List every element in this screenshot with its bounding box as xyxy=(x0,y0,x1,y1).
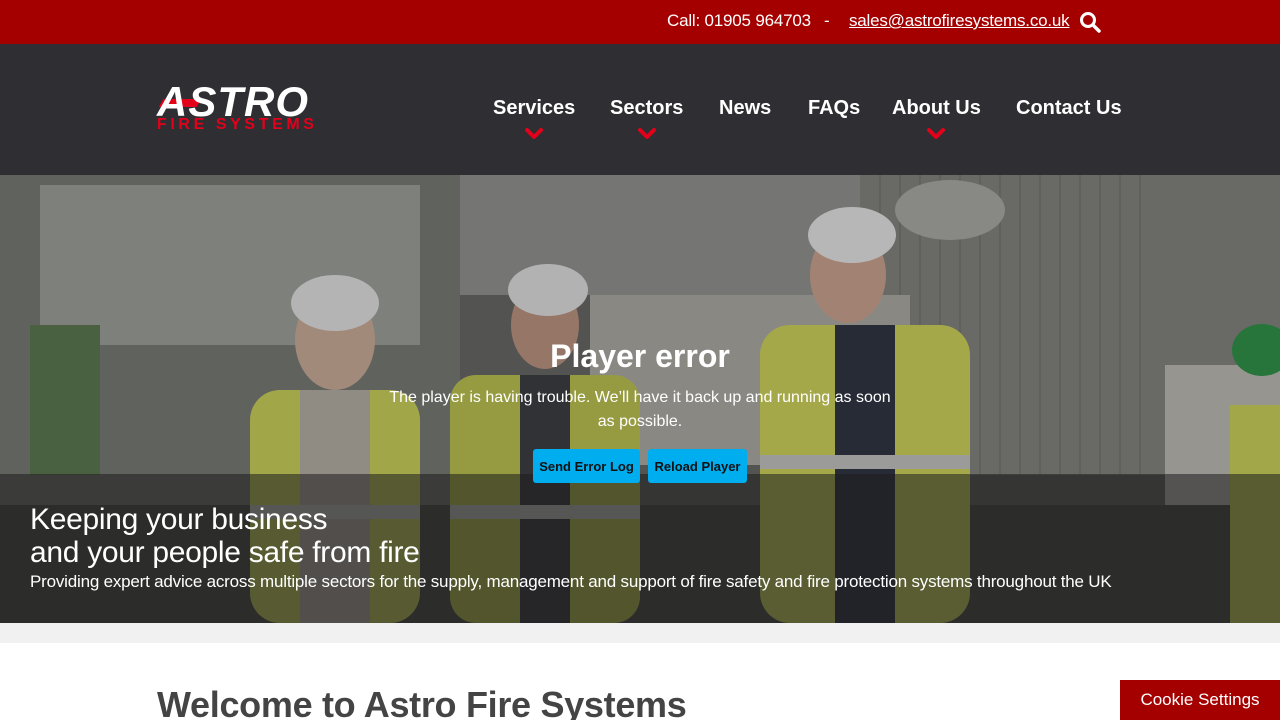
nav-faqs[interactable]: FAQs xyxy=(808,97,860,120)
hero-subtitle: Providing expert advice across multiple … xyxy=(30,572,1112,591)
chevron-down-icon xyxy=(927,128,946,139)
nav-services[interactable]: Services xyxy=(493,97,576,139)
site-header: ASTRO FIRE SYSTEMS Services Sectors News… xyxy=(0,44,1280,175)
chevron-down-icon xyxy=(525,128,544,139)
section-divider xyxy=(0,623,1280,643)
nav-news[interactable]: News xyxy=(719,97,771,120)
nav-label: FAQs xyxy=(808,97,861,119)
player-error-title: Player error xyxy=(550,338,730,374)
nav-sectors[interactable]: Sectors xyxy=(610,97,684,139)
nav-label: Services xyxy=(493,97,576,119)
email-link[interactable]: sales@astrofiresystems.co.uk xyxy=(849,11,1070,31)
nav-about-us[interactable]: About Us xyxy=(892,97,981,139)
hero-video: Player error The player is having troubl… xyxy=(0,175,1280,623)
welcome-heading: Welcome to Astro Fire Systems xyxy=(157,684,687,720)
player-error-panel: Player error The player is having troubl… xyxy=(380,338,900,434)
separator: - xyxy=(824,11,830,30)
nav-label: Contact Us xyxy=(1016,97,1122,119)
phone-number[interactable]: Call: 01905 964703 xyxy=(667,11,811,31)
astro-logo[interactable]: ASTRO FIRE SYSTEMS xyxy=(157,79,362,135)
top-contact-bar: Call: 01905 964703 - sales@astrofiresyst… xyxy=(0,0,1280,44)
chevron-down-icon xyxy=(637,128,656,139)
search-icon[interactable] xyxy=(1079,11,1101,33)
hero-title-line1: Keeping your business xyxy=(30,503,328,536)
hero-title: Keeping your business and your people sa… xyxy=(30,503,420,569)
nav-label: Sectors xyxy=(610,97,684,119)
cookie-settings-button[interactable]: Cookie Settings xyxy=(1120,680,1280,720)
send-error-log-button[interactable]: Send Error Log xyxy=(533,449,640,483)
hero-title-line2: and your people safe from fire xyxy=(30,536,420,569)
nav-label: News xyxy=(719,97,772,119)
nav-contact-us[interactable]: Contact Us xyxy=(1016,97,1122,120)
player-error-message: The player is having trouble. We’ll have… xyxy=(389,389,891,430)
logo-subtitle: FIRE SYSTEMS xyxy=(157,116,318,133)
nav-label: About Us xyxy=(892,97,981,119)
reload-player-button[interactable]: Reload Player xyxy=(648,449,747,483)
